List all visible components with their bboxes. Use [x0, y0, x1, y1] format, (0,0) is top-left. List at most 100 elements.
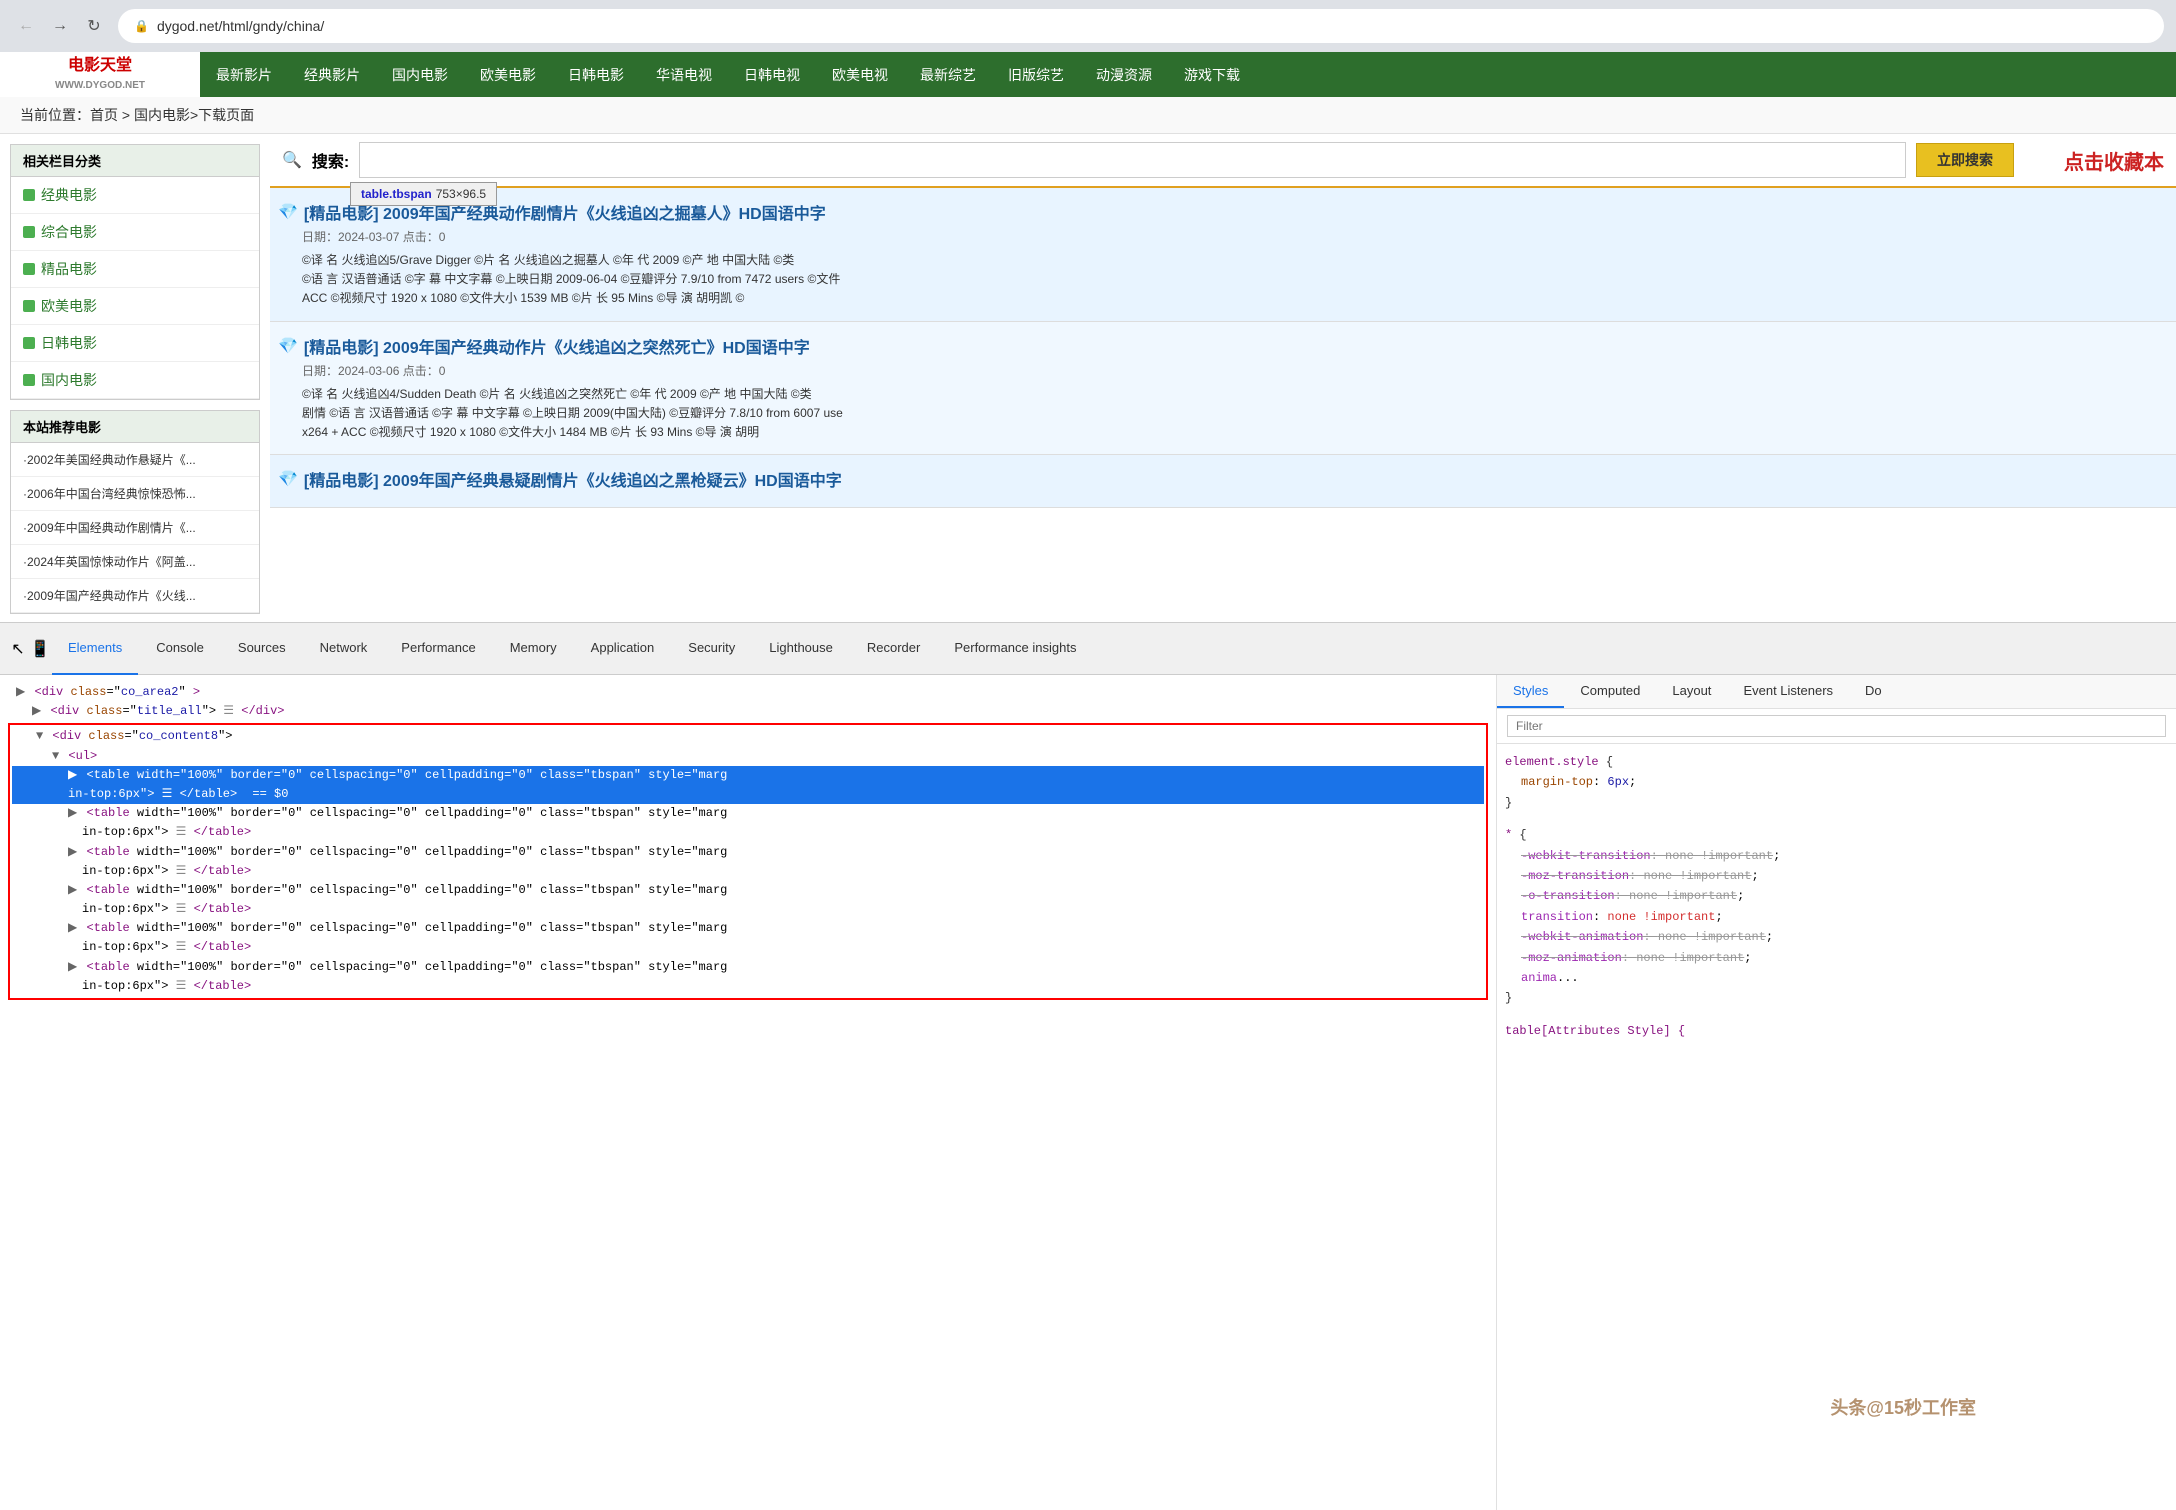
green-dot [23, 300, 35, 312]
rec-item-3[interactable]: ·2024年英国惊悚动作片《阿盖... [11, 545, 259, 579]
tab-security[interactable]: Security [672, 623, 751, 675]
movie-title-1: 💎 [精品电影] 2009年国产经典动作片《火线追凶之突然死亡》HD国语中字 [278, 334, 2168, 358]
css-prop-moz-animation: -moz-animation: none !important; [1505, 948, 2168, 968]
html-line-7b[interactable]: in-top:6px"> ☰ </table> [12, 900, 1484, 919]
sidebar-item-jingpin[interactable]: 精品电影 [11, 251, 259, 288]
movie-item-0[interactable]: 💎 [精品电影] 2009年国产经典动作剧情片《火线追凶之掘墓人》HD国语中字 … [270, 188, 2176, 322]
search-button[interactable]: 立即搜索 [1916, 143, 2014, 177]
html-line-3[interactable]: ▼ <ul> [12, 747, 1484, 766]
website-content: 电影天堂 WWW.DYGOD.NET 最新影片 经典影片 国内电影 欧美电影 日… [0, 52, 2176, 622]
movie-info-0: ©译 名 火线追凶5/Grave Digger ©片 名 火线追凶之掘墓人 ©年… [278, 251, 2168, 309]
html-panel: ▶ <div class="co_area2" > ▶ <div class="… [0, 675, 1496, 1510]
tab-memory[interactable]: Memory [494, 623, 573, 675]
sidebar-item-jingdian[interactable]: 经典电影 [11, 177, 259, 214]
devtools-main: ▶ <div class="co_area2" > ▶ <div class="… [0, 675, 2176, 1510]
css-tab-do[interactable]: Do [1849, 675, 1898, 708]
expand-arrow-6[interactable]: ▶ [68, 845, 77, 859]
nav-item-rihan-tv[interactable]: 日韩电视 [728, 52, 816, 97]
html-line-7[interactable]: ▶ <table width="100%" border="0" cellspa… [12, 881, 1484, 900]
html-line-0[interactable]: ▶ <div class="co_area2" > [8, 683, 1488, 702]
tab-performance-insights[interactable]: Performance insights [938, 623, 1092, 675]
html-line-5[interactable]: ▶ <table width="100%" border="0" cellspa… [12, 804, 1484, 823]
css-filter-input[interactable] [1507, 715, 2166, 737]
bookmark-button[interactable]: 点击收藏本 [2064, 146, 2164, 175]
movie-date-0: 日期：2024-03-07 点击：0 [278, 228, 2168, 245]
nav-item-huayu[interactable]: 华语电视 [640, 52, 728, 97]
tab-console[interactable]: Console [140, 623, 220, 675]
expand-arrow-2[interactable]: ▼ [36, 729, 43, 743]
css-selector-star: * { [1505, 825, 2168, 845]
html-line-9b[interactable]: in-top:6px"> ☰ </table> [12, 977, 1484, 996]
nav-item-youxi[interactable]: 游戏下载 [1168, 52, 1256, 97]
recommended-section: 本站推荐电影 ·2002年美国经典动作悬疑片《... ·2006年中国台湾经典惊… [10, 410, 260, 614]
css-tab-computed[interactable]: Computed [1564, 675, 1656, 708]
sidebar-item-guonei[interactable]: 国内电影 [11, 362, 259, 399]
html-line-6b[interactable]: in-top:6px"> ☰ </table> [12, 862, 1484, 881]
html-line-1[interactable]: ▶ <div class="title_all"> ☰ </div> [8, 702, 1488, 721]
css-prop-o-transition: -o-transition: none !important; [1505, 886, 2168, 906]
tab-recorder[interactable]: Recorder [851, 623, 936, 675]
expand-arrow-4[interactable]: ▶ [68, 768, 77, 782]
tab-application[interactable]: Application [575, 623, 671, 675]
html-line-9[interactable]: ▶ <table width="100%" border="0" cellspa… [12, 958, 1484, 977]
expand-arrow[interactable]: ▶ [16, 685, 25, 699]
css-rule-star: * { -webkit-transition: none !important;… [1505, 825, 2168, 1009]
sidebar-item-oumei[interactable]: 欧美电影 [11, 288, 259, 325]
expand-arrow-9[interactable]: ▶ [68, 960, 77, 974]
tab-lighthouse[interactable]: Lighthouse [753, 623, 849, 675]
nav-item-oumei-tv[interactable]: 欧美电视 [816, 52, 904, 97]
rec-item-0[interactable]: ·2002年美国经典动作悬疑片《... [11, 443, 259, 477]
css-panel-tabs: Styles Computed Layout Event Listeners D… [1497, 675, 2176, 709]
red-box-section: ▼ <div class="co_content8"> ▼ <ul> ▶ <ta… [8, 723, 1488, 1000]
search-input[interactable] [359, 142, 1906, 178]
address-bar[interactable]: 🔒 dygod.net/html/gndy/china/ [118, 9, 2164, 43]
css-tab-styles[interactable]: Styles [1497, 675, 1564, 708]
html-line-4[interactable]: ▶ <table width="100%" border="0" cellspa… [12, 766, 1484, 785]
site-header: 电影天堂 WWW.DYGOD.NET 最新影片 经典影片 国内电影 欧美电影 日… [0, 52, 2176, 97]
html-line-8b[interactable]: in-top:6px"> ☰ </table> [12, 938, 1484, 957]
sidebar-item-zonghe[interactable]: 综合电影 [11, 214, 259, 251]
css-close-brace-0: } [1505, 793, 2168, 813]
tab-elements[interactable]: Elements [52, 623, 138, 675]
tab-network[interactable]: Network [304, 623, 384, 675]
expand-arrow-7[interactable]: ▶ [68, 883, 77, 897]
recommended-title: 本站推荐电影 [11, 411, 259, 443]
rec-item-4[interactable]: ·2009年国产经典动作片《火线... [11, 579, 259, 613]
tooltip-element: table.tbspan [361, 187, 432, 201]
expand-arrow-5[interactable]: ▶ [68, 806, 77, 820]
nav-item-oumei[interactable]: 欧美电影 [464, 52, 552, 97]
expand-arrow-8[interactable]: ▶ [68, 921, 77, 935]
tab-performance[interactable]: Performance [385, 623, 491, 675]
nav-item-xinzongyi[interactable]: 最新综艺 [904, 52, 992, 97]
html-line-2[interactable]: ▼ <div class="co_content8"> [12, 727, 1484, 746]
css-tab-event-listeners[interactable]: Event Listeners [1727, 675, 1849, 708]
nav-item-guonei[interactable]: 国内电影 [376, 52, 464, 97]
expand-arrow-3[interactable]: ▼ [52, 749, 59, 763]
nav-item-jiuzongyi[interactable]: 旧版综艺 [992, 52, 1080, 97]
green-dot [23, 189, 35, 201]
back-button[interactable]: ← [12, 12, 40, 40]
rec-item-1[interactable]: ·2006年中国台湾经典惊悚恐怖... [11, 477, 259, 511]
green-dot [23, 337, 35, 349]
forward-button[interactable]: → [46, 12, 74, 40]
cursor-icon[interactable]: ↖ [8, 639, 28, 659]
nav-item-rihan[interactable]: 日韩电影 [552, 52, 640, 97]
nav-item-jingdian[interactable]: 经典影片 [288, 52, 376, 97]
tab-sources[interactable]: Sources [222, 623, 302, 675]
html-line-6[interactable]: ▶ <table width="100%" border="0" cellspa… [12, 843, 1484, 862]
css-tab-layout[interactable]: Layout [1656, 675, 1727, 708]
movie-icon-0: 💎 [278, 202, 298, 222]
html-line-5b[interactable]: in-top:6px"> ☰ </table> [12, 823, 1484, 842]
movie-item-1[interactable]: 💎 [精品电影] 2009年国产经典动作片《火线追凶之突然死亡》HD国语中字 日… [270, 322, 2176, 456]
nav-item-xinying[interactable]: 最新影片 [200, 52, 288, 97]
html-line-4b[interactable]: in-top:6px"> ☰ </table> == $0 [12, 785, 1484, 804]
rec-item-2[interactable]: ·2009年中国经典动作剧情片《... [11, 511, 259, 545]
expand-arrow-1[interactable]: ▶ [32, 704, 41, 718]
html-line-8[interactable]: ▶ <table width="100%" border="0" cellspa… [12, 919, 1484, 938]
nav-item-dongman[interactable]: 动漫资源 [1080, 52, 1168, 97]
refresh-button[interactable]: ↻ [80, 12, 108, 40]
css-rule-table-attr: table[Attributes Style] { [1505, 1021, 2168, 1041]
mobile-icon[interactable]: 📱 [30, 639, 50, 659]
sidebar-item-rihan[interactable]: 日韩电影 [11, 325, 259, 362]
movie-item-2[interactable]: 💎 [精品电影] 2009年国产经典悬疑剧情片《火线追凶之黑枪疑云》HD国语中字 [270, 455, 2176, 508]
